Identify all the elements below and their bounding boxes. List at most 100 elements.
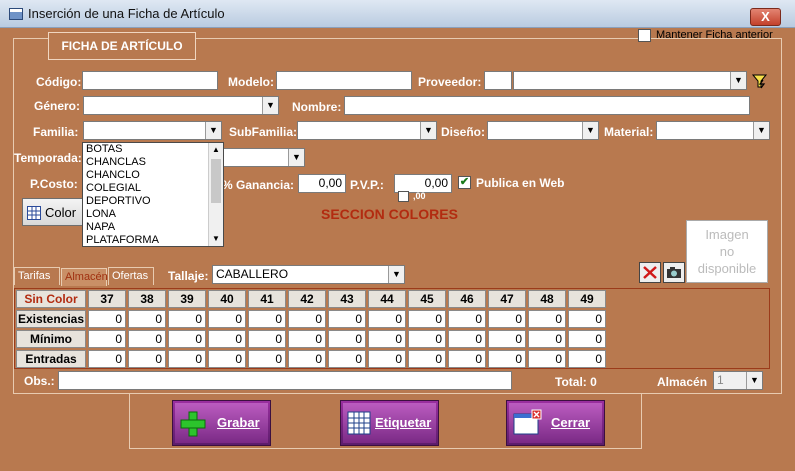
stock-cell[interactable]: 0	[368, 350, 406, 368]
tallaje-select[interactable]: CABALLERO ▼	[212, 265, 405, 284]
stock-cell[interactable]: 0	[288, 310, 326, 328]
stock-cell[interactable]: 0	[248, 330, 286, 348]
keep-previous-label: Mantener Ficha anterior	[656, 29, 773, 41]
keep-previous-checkbox[interactable]	[638, 29, 651, 42]
stock-cell[interactable]: 0	[208, 330, 246, 348]
size-column-header: 38	[128, 290, 166, 308]
stock-cell[interactable]: 0	[328, 330, 366, 348]
size-column-header: 48	[528, 290, 566, 308]
proveedor-code-input[interactable]	[484, 71, 512, 90]
section-colores-title: SECCION COLORES	[321, 206, 458, 222]
stock-cell[interactable]: 0	[448, 310, 486, 328]
genero-select[interactable]: ▼	[83, 96, 279, 115]
familia-option[interactable]: NAPA	[83, 221, 223, 234]
stock-cell[interactable]: 0	[488, 310, 526, 328]
camera-button[interactable]	[663, 262, 685, 283]
stock-cell[interactable]: 0	[328, 350, 366, 368]
stock-cell[interactable]: 0	[448, 330, 486, 348]
chevron-down-icon: ▼	[582, 122, 598, 139]
stock-cell[interactable]: 0	[288, 350, 326, 368]
familia-option[interactable]: CHANCLO	[83, 169, 223, 182]
image-placeholder[interactable]: Imagen no disponible	[686, 220, 768, 283]
ganancia-input[interactable]: 0,00	[298, 174, 346, 193]
familia-option[interactable]: DEPORTIVO	[83, 195, 223, 208]
stock-cell[interactable]: 0	[568, 310, 606, 328]
stock-cell[interactable]: 0	[128, 330, 166, 348]
familia-option[interactable]: CHANCLAS	[83, 156, 223, 169]
diseno-select[interactable]: ▼	[487, 121, 599, 140]
chevron-down-icon: ▼	[288, 149, 304, 166]
stock-cell[interactable]: 0	[368, 310, 406, 328]
close-window-icon	[513, 409, 542, 435]
stock-cell[interactable]: 0	[408, 310, 446, 328]
stock-cell[interactable]: 0	[88, 310, 126, 328]
material-select[interactable]: ▼	[656, 121, 770, 140]
tab-almacen[interactable]: Almacén	[61, 268, 108, 286]
almacen-select-value: 1	[717, 373, 724, 387]
stock-cell[interactable]: 0	[528, 310, 566, 328]
stock-cell[interactable]: 0	[488, 350, 526, 368]
chevron-down-icon[interactable]: ▼	[209, 232, 223, 246]
modelo-input[interactable]	[276, 71, 412, 90]
familia-select[interactable]: ▼	[83, 121, 222, 140]
stock-cell[interactable]: 0	[568, 330, 606, 348]
stock-cell[interactable]: 0	[528, 330, 566, 348]
stock-cell[interactable]: 0	[128, 310, 166, 328]
almacen-label: Almacén	[657, 375, 708, 389]
almacen-select[interactable]: 1 ▼	[713, 371, 763, 390]
stock-cell[interactable]: 0	[168, 310, 206, 328]
stock-cell[interactable]: 0	[248, 310, 286, 328]
stock-cell[interactable]: 0	[88, 330, 126, 348]
tab-tarifas[interactable]: Tarifas	[14, 267, 60, 285]
stock-cell[interactable]: 0	[448, 350, 486, 368]
delete-image-button[interactable]	[639, 262, 661, 283]
stock-cell[interactable]: 0	[408, 330, 446, 348]
proveedor-select[interactable]: ▼	[513, 71, 747, 90]
stock-cell[interactable]: 0	[568, 350, 606, 368]
camera-icon	[667, 267, 681, 278]
obs-input[interactable]	[58, 371, 512, 390]
stock-cell[interactable]: 0	[168, 350, 206, 368]
etiquetar-button[interactable]: Etiquetar	[340, 400, 439, 446]
stock-cell[interactable]: 0	[128, 350, 166, 368]
stock-cell[interactable]: 0	[88, 350, 126, 368]
familia-option[interactable]: BOTAS	[83, 143, 223, 156]
cerrar-button[interactable]: Cerrar	[506, 400, 605, 446]
color-button[interactable]: Color	[22, 198, 84, 226]
tab-ofertas[interactable]: Ofertas	[108, 267, 154, 285]
chevron-up-icon[interactable]: ▲	[209, 143, 223, 157]
tallaje-label: Tallaje:	[168, 269, 209, 283]
stock-cell[interactable]: 0	[288, 330, 326, 348]
decimals-checkbox[interactable]	[398, 191, 409, 202]
size-column-header: 39	[168, 290, 206, 308]
familia-label: Familia:	[33, 125, 79, 139]
subfamilia-select[interactable]: ▼	[297, 121, 437, 140]
scrollbar-thumb[interactable]	[211, 159, 221, 203]
familia-option[interactable]: COLEGIAL	[83, 182, 223, 195]
stock-cell[interactable]: 0	[368, 330, 406, 348]
stock-cell[interactable]: 0	[168, 330, 206, 348]
stock-cell[interactable]: 0	[248, 350, 286, 368]
grabar-button[interactable]: Grabar	[172, 400, 271, 446]
chevron-down-icon: ▼	[420, 122, 436, 139]
stock-cell[interactable]: 0	[328, 310, 366, 328]
stock-cell[interactable]: 0	[488, 330, 526, 348]
chevron-down-icon: ▼	[205, 122, 221, 139]
stock-cell[interactable]: 0	[528, 350, 566, 368]
window-app-icon	[9, 8, 23, 20]
publica-web-checkbox[interactable]: ✔	[458, 176, 471, 189]
window-close-button[interactable]: X	[750, 8, 781, 26]
grid-icon	[27, 206, 41, 220]
nombre-input[interactable]	[344, 96, 750, 115]
dropdown-scrollbar[interactable]: ▲ ▼	[208, 143, 223, 246]
familia-option[interactable]: PLATAFORMA	[83, 234, 223, 246]
chevron-down-icon: ▼	[730, 72, 746, 89]
codigo-input[interactable]	[82, 71, 218, 90]
familia-dropdown-list: BOTAS CHANCLAS CHANCLO COLEGIAL DEPORTIVO LON…	[82, 142, 224, 247]
row-label: Entradas	[16, 350, 86, 368]
stock-cell[interactable]: 0	[208, 310, 246, 328]
filter-lightning-icon[interactable]	[752, 73, 768, 89]
stock-cell[interactable]: 0	[208, 350, 246, 368]
familia-option[interactable]: LONA	[83, 208, 223, 221]
stock-cell[interactable]: 0	[408, 350, 446, 368]
